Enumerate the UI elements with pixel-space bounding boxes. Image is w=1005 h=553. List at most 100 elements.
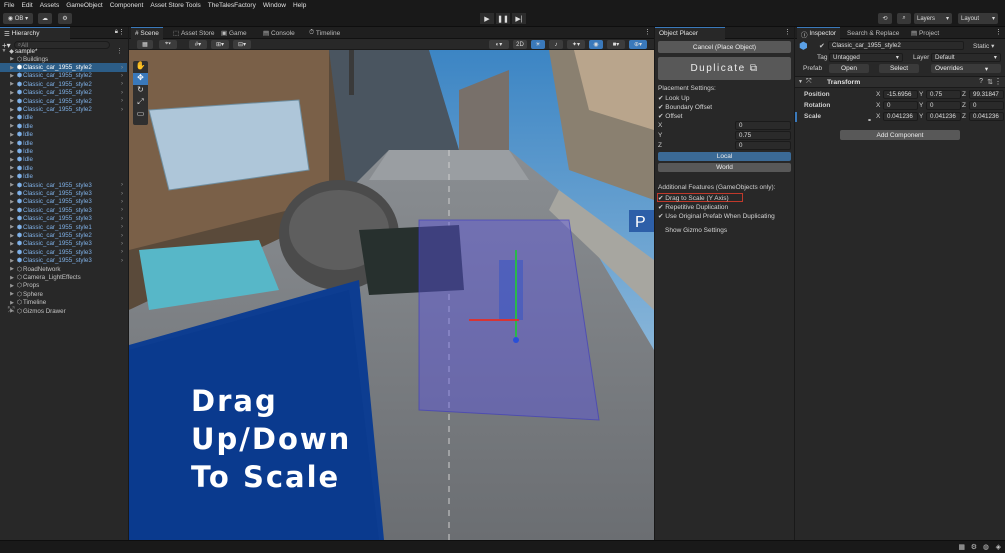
- step-button[interactable]: ▶|: [512, 13, 526, 24]
- scale-tool-icon[interactable]: ⤢: [133, 97, 148, 109]
- position-x-field[interactable]: -15.6956: [883, 90, 918, 99]
- pivot-icon[interactable]: ⌖▾: [159, 40, 177, 49]
- active-checkbox[interactable]: ✔: [819, 42, 825, 50]
- notification-icon[interactable]: ◈: [996, 543, 1001, 551]
- hierarchy-item[interactable]: ▶ ⬢ Classic_car_1955_style2 ›: [0, 89, 127, 97]
- duplicate-button[interactable]: Duplicate ⧉: [658, 57, 791, 80]
- tab-search-replace[interactable]: Search & Replace: [843, 27, 903, 39]
- hierarchy-item[interactable]: ▶ ⬢ Classic_car_1955_style3 ›: [0, 181, 127, 189]
- layer-dropdown[interactable]: Default ▾: [931, 53, 1001, 62]
- menu-item-edit[interactable]: Edit: [17, 2, 35, 9]
- tag-dropdown[interactable]: Untagged ▾: [829, 53, 903, 62]
- hand-tool-icon[interactable]: ✋: [133, 61, 148, 73]
- hierarchy-item[interactable]: ▶ ⬢ Idle: [0, 131, 127, 139]
- cache-icon[interactable]: ◍: [983, 543, 989, 551]
- kebab-menu-icon[interactable]: ⋮: [644, 28, 651, 36]
- hierarchy-item[interactable]: ▶ ⬢ Classic_car_1955_style3 ›: [0, 206, 127, 214]
- position-y-field[interactable]: 0.75: [926, 90, 961, 99]
- menu-item-window[interactable]: Window: [259, 2, 289, 9]
- hierarchy-item[interactable]: ▶ ⬢ Idle: [0, 173, 127, 181]
- hierarchy-item[interactable]: ▶ ⬢ Classic_car_1955_style3 ›: [0, 215, 127, 223]
- hierarchy-item[interactable]: ▶ ⬡ Timeline: [0, 299, 127, 307]
- world-button[interactable]: World: [658, 163, 791, 172]
- hierarchy-item[interactable]: ▶ ⬢ Idle: [0, 147, 127, 155]
- chevron-right-icon[interactable]: ›: [121, 107, 123, 113]
- gizmos-icon[interactable]: ⊕▾: [629, 40, 647, 49]
- debug-icon[interactable]: ⚙: [971, 543, 977, 551]
- collab-icon[interactable]: ⚙: [58, 13, 72, 24]
- tab-hierarchy[interactable]: ☰ Hierarchy: [0, 27, 70, 39]
- rect-tool-icon[interactable]: ▭: [133, 109, 148, 121]
- offset-z-field[interactable]: 0: [735, 141, 791, 150]
- grid-icon[interactable]: ⊞▾: [211, 40, 229, 49]
- rotate-tool-icon[interactable]: ↻: [133, 85, 148, 97]
- kebab-menu-icon[interactable]: ⋮: [995, 28, 1002, 36]
- tab-inspector[interactable]: ⓘ Inspector: [797, 27, 841, 39]
- chevron-right-icon[interactable]: ›: [121, 90, 123, 96]
- hierarchy-item[interactable]: ▶ ⬢ Classic_car_1955_style2 ›: [0, 97, 127, 105]
- cloud-icon[interactable]: ☁: [38, 13, 52, 24]
- hierarchy-item[interactable]: ▶ ⬢ Classic_car_1955_style2 ›: [0, 63, 127, 72]
- kebab-menu-icon[interactable]: ⋮: [118, 28, 125, 36]
- hierarchy-item[interactable]: ▶ ⬢ Idle: [0, 114, 127, 122]
- hierarchy-item[interactable]: ▶ ⬢ Classic_car_1955_style3 ›: [0, 248, 127, 256]
- position-z-field[interactable]: 99.31847: [969, 90, 1004, 99]
- tab-console[interactable]: ▤ Console: [259, 27, 299, 39]
- lighting-icon[interactable]: ☀: [531, 40, 545, 49]
- link-icon[interactable]: ⚭: [867, 117, 872, 124]
- menu-item-component[interactable]: Component: [106, 2, 147, 9]
- local-button[interactable]: Local: [658, 152, 791, 161]
- prefab-open-button[interactable]: Open: [829, 64, 869, 73]
- hierarchy-item[interactable]: ▶ ⬡ Camera_LightEffects: [0, 273, 127, 281]
- move-tool-icon[interactable]: ✥: [133, 73, 148, 85]
- chevron-right-icon[interactable]: ›: [121, 249, 123, 255]
- mode-2d-button[interactable]: 2D: [513, 40, 527, 49]
- tab-object-placer[interactable]: Object Placer: [655, 27, 725, 39]
- search-icon[interactable]: ⌕: [897, 13, 911, 24]
- menu-item-assets[interactable]: Assets: [36, 2, 63, 9]
- menu-item-asset-store-tools[interactable]: Asset Store Tools: [146, 2, 203, 9]
- hierarchy-item[interactable]: ▶ ⬢ Classic_car_1955_style3 ›: [0, 240, 127, 248]
- offset-x-field[interactable]: 0: [735, 121, 791, 130]
- menu-item-file[interactable]: File: [0, 2, 17, 9]
- help-icon[interactable]: ?: [979, 78, 983, 85]
- rotation-x-field[interactable]: 0: [883, 101, 918, 110]
- offset-y-field[interactable]: 0.75: [735, 131, 791, 140]
- menu-item-gameobject[interactable]: GameObject: [62, 2, 106, 9]
- preset-icon[interactable]: ⇅: [987, 78, 993, 86]
- hierarchy-item[interactable]: ▶ ⬢ Classic_car_1955_style1 ›: [0, 223, 127, 231]
- show-gizmo-settings-foldout[interactable]: Show Gizmo Settings: [665, 227, 727, 234]
- hierarchy-item[interactable]: ▶ ⬢ Idle: [0, 122, 127, 130]
- shading-icon[interactable]: ◐▾: [489, 40, 509, 49]
- chevron-right-icon[interactable]: ›: [121, 199, 123, 205]
- hierarchy-item[interactable]: ▶ ⬢ Classic_car_1955_style3 ›: [0, 189, 127, 197]
- chevron-right-icon[interactable]: ›: [121, 233, 123, 239]
- chevron-right-icon[interactable]: ›: [121, 81, 123, 87]
- cancel-place-object-button[interactable]: Cancel (Place Object): [658, 41, 791, 53]
- menu-item-help[interactable]: Help: [289, 2, 309, 9]
- layers-dropdown[interactable]: Layers ▾: [914, 13, 952, 24]
- hierarchy-item[interactable]: ▶ ⬢ Classic_car_1955_style2 ›: [0, 105, 127, 113]
- chevron-right-icon[interactable]: ›: [121, 241, 123, 247]
- hierarchy-item[interactable]: ▶ ⬡ Props: [0, 282, 127, 290]
- kebab-menu-icon[interactable]: ⋮: [116, 47, 123, 55]
- prefab-overrides-dropdown[interactable]: Overrides ▾: [931, 64, 1001, 73]
- chevron-right-icon[interactable]: ›: [121, 191, 123, 197]
- pause-button[interactable]: ❚❚: [496, 13, 510, 24]
- tab-project[interactable]: ▤ Project: [907, 27, 943, 39]
- hierarchy-item[interactable]: ▶ ⬢ Classic_car_1955_style3 ›: [0, 198, 127, 206]
- draw-mode-icon[interactable]: ▦: [137, 40, 153, 49]
- chevron-right-icon[interactable]: ›: [121, 258, 123, 264]
- checkbox-drag-to-scale-y-axis-[interactable]: ✔ Drag to Scale (Y Axis): [658, 194, 729, 202]
- tab-scene[interactable]: # Scene: [131, 27, 163, 39]
- static-toggle[interactable]: Static ▾: [973, 42, 994, 50]
- rotation-y-field[interactable]: 0: [926, 101, 961, 110]
- effects-icon[interactable]: ✦▾: [567, 40, 585, 49]
- grid-snap-icon[interactable]: #▾: [189, 40, 207, 49]
- checkbox-look-up[interactable]: ✔ Look Up: [658, 94, 689, 102]
- visibility-icon[interactable]: ◉: [589, 40, 603, 49]
- hierarchy-item[interactable]: ▶ ⬢ Idle: [0, 164, 127, 172]
- hierarchy-item[interactable]: ▶ ⬢ Classic_car_1955_style2 ›: [0, 72, 127, 80]
- kebab-menu-icon[interactable]: ⋮: [784, 28, 791, 36]
- chevron-right-icon[interactable]: ›: [121, 224, 123, 230]
